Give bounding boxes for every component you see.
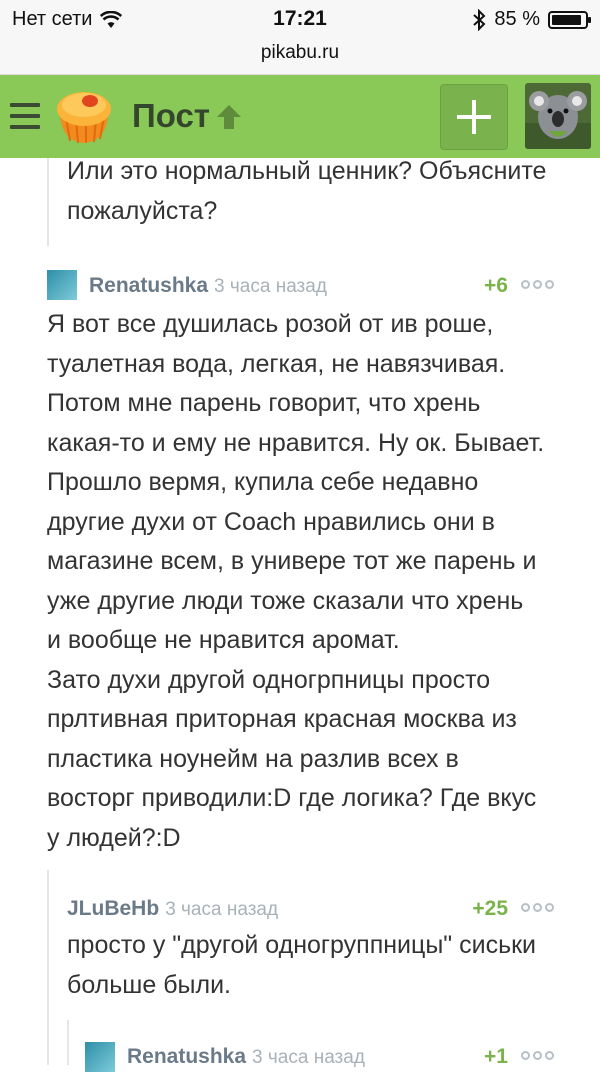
comment-time: 3 часа назад: [214, 276, 327, 297]
status-right: 85 %: [472, 8, 591, 31]
thread-line: [67, 1020, 69, 1065]
comment-rating: +25: [472, 897, 508, 920]
hamburger-menu-icon[interactable]: [10, 103, 40, 129]
status-bar: Нет сети 17:21 85 %: [0, 0, 600, 38]
pikabu-logo-icon[interactable]: [52, 87, 116, 147]
comment-text: просто у "другой одногруппницы" сиськи б…: [67, 931, 537, 999]
comment-rating: +1: [484, 1045, 508, 1068]
comment-more-icon[interactable]: [521, 903, 554, 912]
comment-text: Или это нормальный ценник? Объясните пож…: [67, 157, 547, 225]
comment-meta: Renatushka 3 часа назад: [89, 274, 327, 298]
arrow-up-icon[interactable]: [214, 103, 244, 131]
comment-username[interactable]: Renatushka: [127, 1045, 246, 1069]
user-avatar[interactable]: [525, 83, 591, 149]
thread-line: [47, 870, 49, 1065]
comment-username[interactable]: JLuBeHb: [67, 897, 159, 921]
comment-avatar[interactable]: [47, 270, 77, 300]
bluetooth-icon: [473, 8, 486, 31]
thread-line: [47, 158, 49, 246]
page-title: Пост: [132, 97, 210, 134]
app-header: Пост: [0, 75, 600, 158]
comment-time: 3 часа назад: [252, 1047, 365, 1068]
comment-more-icon[interactable]: [521, 1051, 554, 1060]
comment-text: Я вот все душилась розой от ив роше, туа…: [47, 310, 545, 852]
battery-icon: [548, 10, 591, 29]
comment-meta: Renatushka 3 часа назад: [127, 1045, 365, 1069]
comment-rating: +6: [484, 274, 508, 297]
comment-more-icon[interactable]: [521, 280, 554, 289]
add-post-button[interactable]: [440, 84, 508, 150]
comment-username[interactable]: Renatushka: [89, 274, 208, 298]
url-text: pikabu.ru: [260, 42, 340, 63]
comment-avatar[interactable]: [85, 1042, 115, 1072]
url-bar[interactable]: pikabu.ru: [0, 38, 600, 75]
battery-percent: 85 %: [494, 8, 540, 30]
comment-meta: JLuBeHb 3 часа назад: [67, 897, 278, 921]
comment-time: 3 часа назад: [165, 899, 279, 920]
plus-icon: [457, 100, 491, 134]
